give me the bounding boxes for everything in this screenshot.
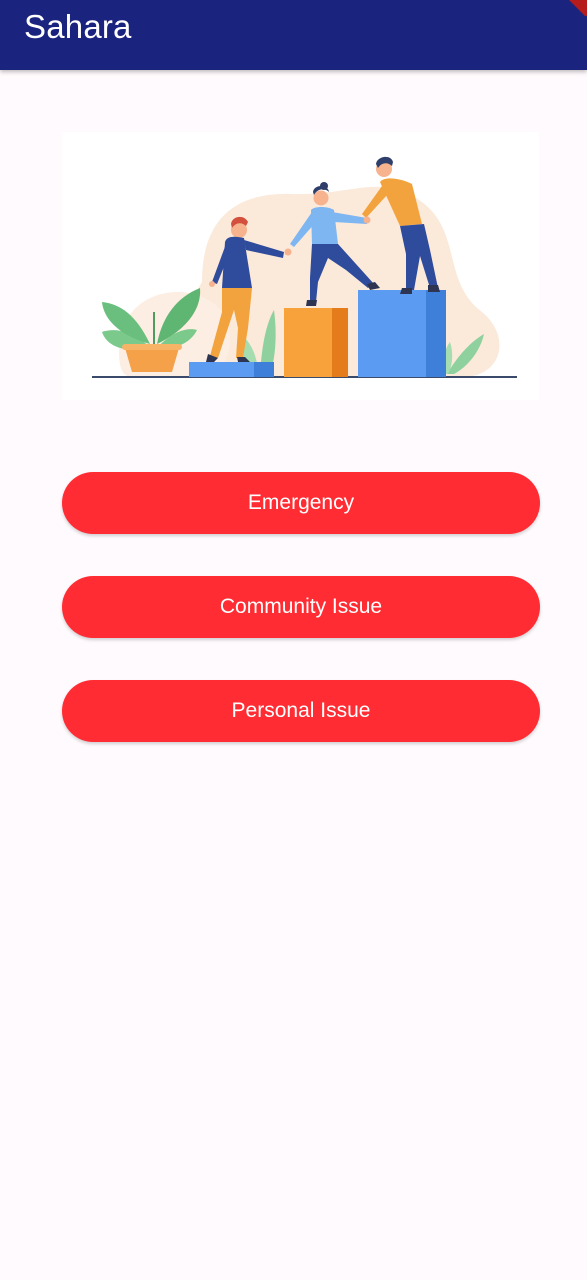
community-issue-button[interactable]: Community Issue bbox=[62, 576, 540, 638]
teamwork-climbing-illustration-icon bbox=[92, 156, 517, 378]
teamwork-illustration bbox=[62, 132, 539, 400]
app-title: Sahara bbox=[24, 8, 132, 45]
app-bar: Sahara bbox=[0, 0, 587, 70]
debug-banner-icon bbox=[567, 0, 587, 16]
emergency-button[interactable]: Emergency bbox=[62, 472, 540, 534]
action-list: Emergency Community Issue Personal Issue bbox=[62, 472, 540, 784]
personal-issue-button[interactable]: Personal Issue bbox=[62, 680, 540, 742]
